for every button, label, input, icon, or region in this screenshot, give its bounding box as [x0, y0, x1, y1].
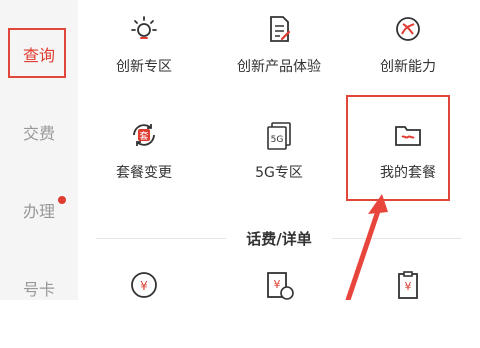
sidebar: 查询 交费 办理 号卡 — [0, 0, 78, 300]
sidebar-item-label: 办理 — [22, 202, 55, 221]
highlight-box-query — [8, 28, 66, 78]
sidebar-item-number-card[interactable]: 号卡 — [0, 268, 78, 308]
sidebar-item-handle[interactable]: 办理 — [0, 190, 78, 230]
annotation-arrow — [345, 194, 388, 300]
sidebar-item-label: 交费 — [22, 124, 55, 143]
sidebar-item-payment[interactable]: 交费 — [0, 112, 78, 152]
main-panel: 创新专区 创新产品体验 创新能力 套 套餐变更 5G 5G专区 我的套餐 话费/… — [78, 0, 480, 300]
sidebar-item-query[interactable]: 查询 — [0, 28, 78, 78]
sidebar-item-label: 号卡 — [22, 280, 55, 299]
notification-dot — [58, 196, 66, 204]
